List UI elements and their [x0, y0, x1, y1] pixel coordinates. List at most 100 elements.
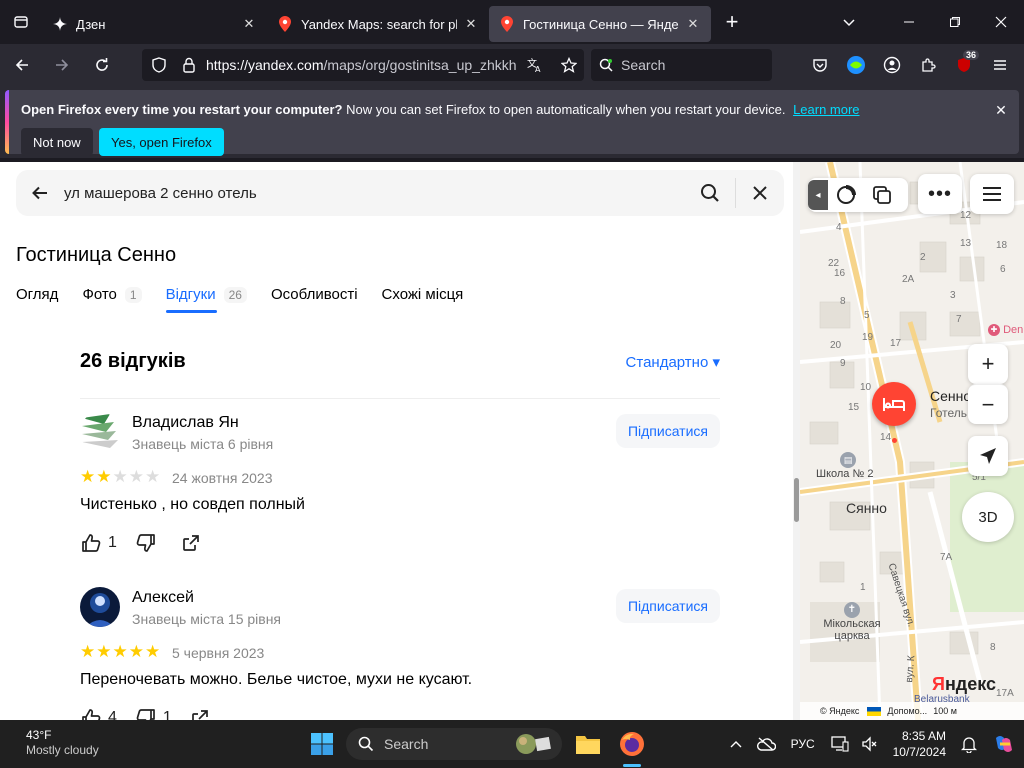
volume-button[interactable] [855, 724, 885, 764]
subscribe-button[interactable]: Підписатися [615, 414, 720, 448]
tab-reviews[interactable]: Відгуки 26 [165, 286, 247, 313]
new-tab-button[interactable]: + [711, 0, 753, 44]
reload-button[interactable] [84, 49, 120, 81]
notifications-button[interactable] [954, 724, 984, 764]
org-title: Гостиница Сенно [16, 244, 177, 266]
zoom-out-button[interactable]: − [968, 384, 1008, 424]
zoom-in-button[interactable]: + [968, 344, 1008, 384]
like-button[interactable]: 4 [80, 707, 117, 720]
tab-close-icon[interactable]: ✕ [685, 16, 701, 32]
copilot-button[interactable] [984, 724, 1024, 764]
tab-close-icon[interactable]: ✕ [463, 16, 479, 32]
tab-yandex-maps-search[interactable]: Yandex Maps: search for places ✕ [267, 6, 489, 42]
learn-more-link[interactable]: Learn more [793, 102, 859, 117]
notification-close-icon[interactable]: ✕ [991, 100, 1011, 120]
3d-label: 3D [978, 508, 998, 526]
app-menu-button[interactable] [982, 49, 1018, 81]
extension-button[interactable] [838, 49, 874, 81]
reviews-header: 26 відгуків Стандартно ▾ [80, 350, 720, 373]
input-language-indicator[interactable]: РУС [781, 724, 825, 764]
extensions-button[interactable] [910, 49, 946, 81]
share-button[interactable] [190, 708, 210, 720]
yes-open-firefox-button[interactable]: Yes, open Firefox [99, 128, 224, 156]
dent-poi-label[interactable]: ✚ Den [988, 324, 1023, 337]
map-layers-button[interactable] [864, 185, 900, 205]
not-now-button[interactable]: Not now [21, 128, 93, 156]
tab-close-icon[interactable]: ✕ [241, 16, 257, 32]
map-menu-button[interactable] [970, 174, 1014, 214]
account-button[interactable] [874, 49, 910, 81]
hotel-pin[interactable] [872, 382, 916, 426]
traffic-layer-button[interactable] [828, 184, 864, 206]
map-search-box[interactable]: ул машерова 2 сенно отель [16, 170, 784, 216]
firefox-view-button[interactable] [0, 0, 42, 44]
school-poi[interactable]: ▤ Школа № 2 [816, 452, 873, 480]
file-explorer-button[interactable] [572, 728, 604, 760]
search-query[interactable]: ул машерова 2 сенно отель [64, 185, 685, 202]
search-icon[interactable] [685, 170, 735, 216]
translate-icon[interactable]: 文A [520, 57, 550, 73]
url-text[interactable]: https://yandex.com/maps/org/gostinitsa_u… [202, 57, 516, 73]
back-button[interactable] [4, 49, 40, 81]
map-more-button[interactable]: ••• [918, 174, 962, 214]
navigation-toolbar: https://yandex.com/maps/org/gostinitsa_u… [0, 44, 1024, 86]
extension-badge: 36 [962, 50, 979, 60]
subscribe-button[interactable]: Підписатися [615, 589, 720, 623]
close-icon [995, 16, 1007, 28]
show-hidden-icons-button[interactable] [721, 724, 751, 764]
share-button[interactable] [181, 533, 201, 553]
tracking-protection-icon[interactable] [146, 57, 172, 73]
star-icon: ★ [128, 642, 144, 661]
dislike-button[interactable] [135, 532, 163, 554]
3d-button[interactable]: 3D [962, 492, 1014, 542]
pocket-button[interactable] [802, 49, 838, 81]
tab-gostinitsa-senno[interactable]: Гостиница Сенно — Яндекс Карты ✕ [489, 6, 711, 42]
minimize-button[interactable] [886, 0, 932, 44]
maximize-button[interactable] [932, 0, 978, 44]
back-arrow-icon[interactable] [16, 170, 64, 216]
reviewer-name[interactable]: Владислав Ян [132, 414, 239, 432]
onedrive-button[interactable] [751, 724, 781, 764]
tab-photo[interactable]: Фото 1 [82, 286, 142, 313]
search-engine-icon[interactable] [591, 58, 621, 72]
dislike-button[interactable]: 1 [135, 707, 172, 720]
tab-features[interactable]: Особливості [271, 286, 358, 313]
clear-search-icon[interactable] [736, 170, 784, 216]
reviews-sort-dropdown[interactable]: Стандартно ▾ [626, 353, 720, 371]
taskbar-search[interactable]: Search [346, 728, 562, 760]
house-number: 15 [848, 402, 860, 413]
my-location-button[interactable] [968, 436, 1008, 476]
close-window-button[interactable] [978, 0, 1024, 44]
map-help-link[interactable]: Допомо... [887, 706, 927, 716]
pin-name[interactable]: Сенно [930, 388, 971, 404]
network-button[interactable] [825, 724, 855, 764]
url-bar[interactable]: https://yandex.com/maps/org/gostinitsa_u… [142, 49, 584, 81]
start-button[interactable] [306, 728, 338, 760]
forward-button[interactable] [44, 49, 80, 81]
star-icon: ★ [112, 467, 128, 486]
firefox-taskbar-button[interactable] [616, 728, 648, 760]
adblock-extension-button[interactable]: 36 [946, 49, 982, 81]
map-copyright[interactable]: © Яндекс [820, 706, 859, 716]
collapse-panel-button[interactable]: ◂ [808, 180, 828, 210]
weather-widget[interactable]: 43°F Mostly cloudy [26, 728, 99, 758]
map-view[interactable]: 12 2 2A 3 4 5 7 8 9 10 13 14 15 16 17 18… [800, 162, 1024, 720]
bookmark-star-icon[interactable] [554, 57, 584, 73]
search-bar[interactable]: Search [591, 49, 772, 81]
star-icon: ★ [145, 467, 161, 486]
scrollbar-thumb[interactable] [794, 478, 799, 522]
tab-overview[interactable]: Огляд [16, 286, 58, 313]
thumbs-down-icon [136, 709, 155, 720]
clock[interactable]: 8:35 AM 10/7/2024 [885, 728, 954, 760]
like-button[interactable]: 1 [80, 532, 117, 554]
tab-similar-places[interactable]: Схожі місця [382, 286, 464, 313]
church-poi[interactable]: ✝ Мікольская царква [820, 602, 884, 642]
panel-scrollbar[interactable] [793, 162, 800, 720]
reviewer-name[interactable]: Алексей [132, 589, 194, 607]
avatar[interactable] [80, 412, 120, 452]
list-all-tabs-button[interactable] [826, 0, 872, 44]
tab-dzen[interactable]: Дзен ✕ [42, 6, 267, 42]
lock-icon[interactable] [176, 57, 202, 73]
layers-icon [873, 186, 891, 204]
avatar[interactable] [80, 587, 120, 627]
